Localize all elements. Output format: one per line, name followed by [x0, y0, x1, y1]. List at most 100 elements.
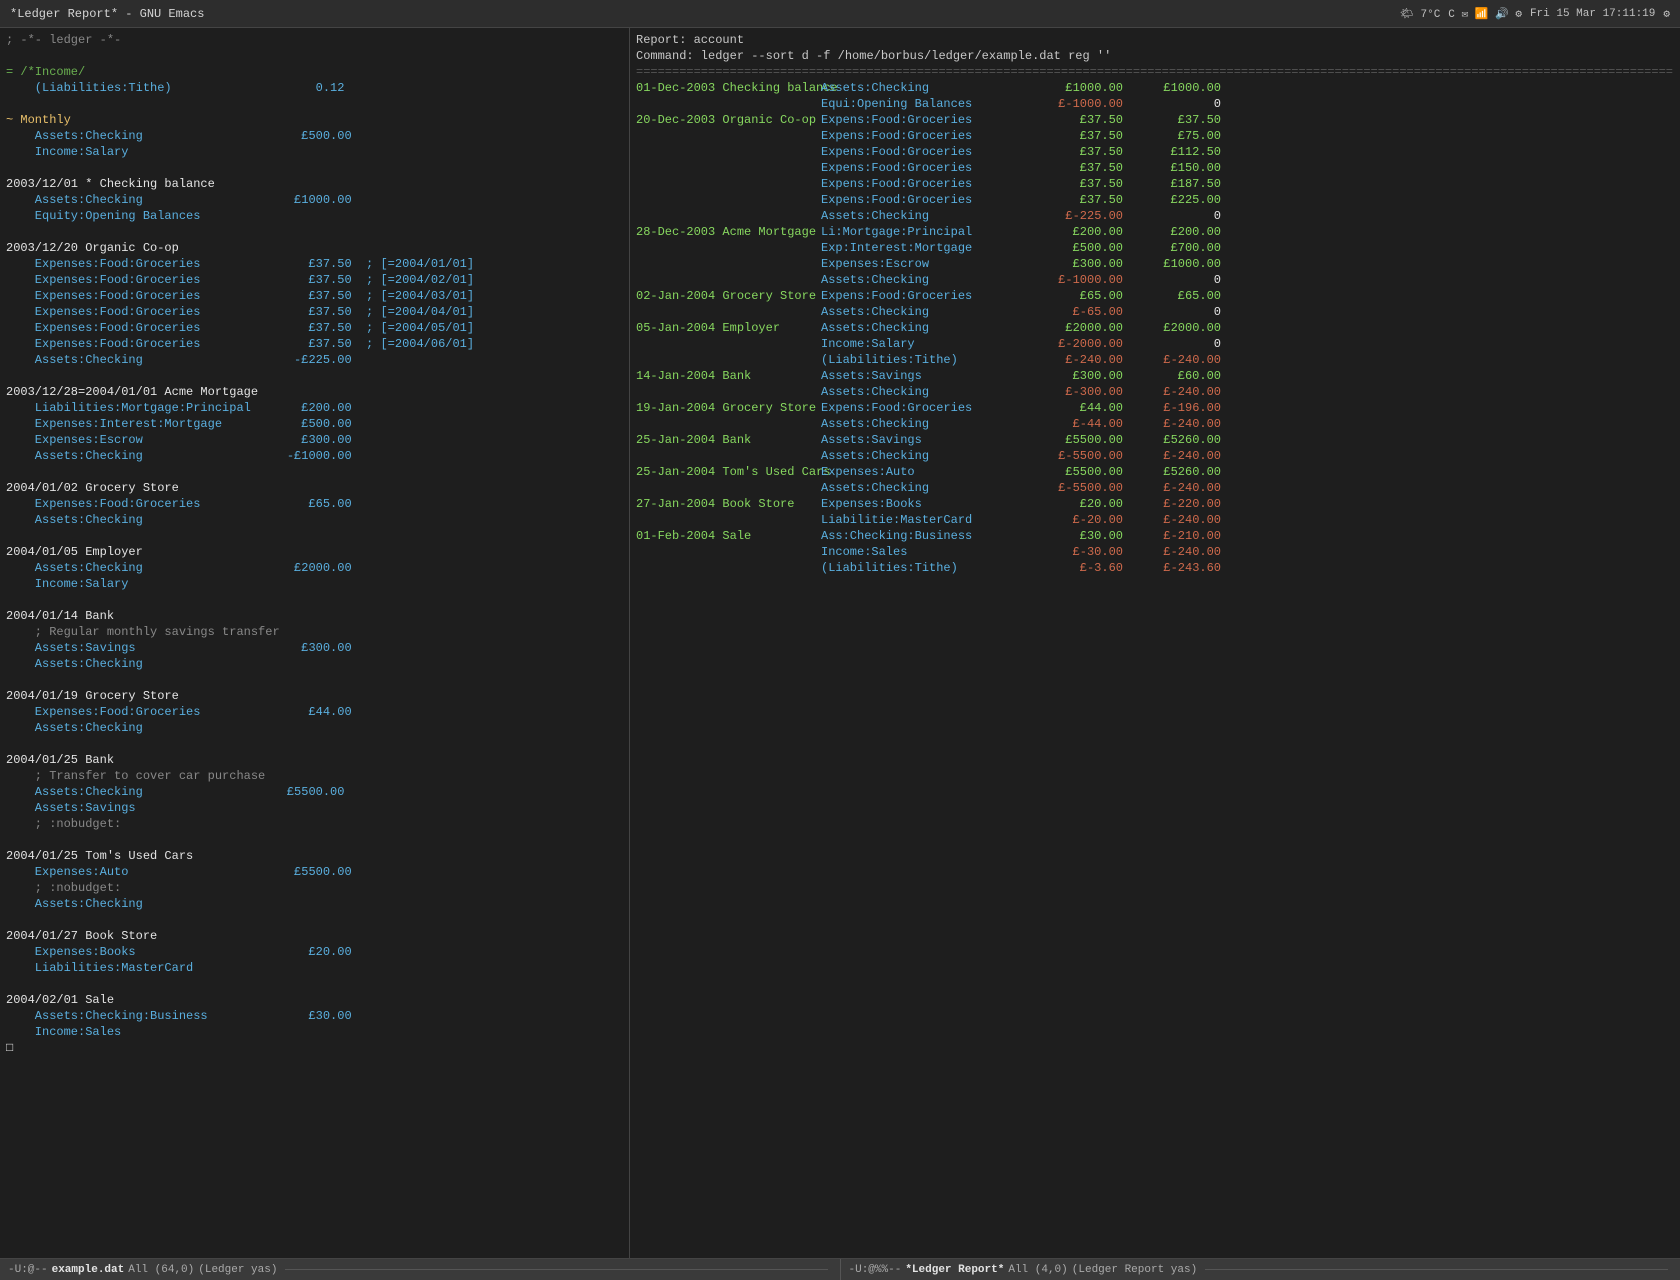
row-amount: £44.00 [1041, 400, 1131, 416]
row-date [636, 544, 821, 560]
row-running: £2000.00 [1131, 320, 1221, 336]
txn-20040125b-tag: ; :nobudget: [6, 880, 623, 896]
row-date [636, 176, 821, 192]
txn-20040102-p1: Expenses:Food:Groceries £65.00 [6, 496, 623, 512]
report-row: Expens:Food:Groceries£37.50£187.50 [636, 176, 1674, 192]
report-row: Equi:Opening Balances£-1000.000 [636, 96, 1674, 112]
row-account: Exp:Interest:Mortgage [821, 240, 1041, 256]
blank-line [6, 736, 623, 752]
tithe-posting: (Liabilities:Tithe) 0.12 [6, 80, 623, 96]
row-date [636, 240, 821, 256]
row-amount: £-20.00 [1041, 512, 1131, 528]
txn-20040201-p2: Income:Sales [6, 1024, 623, 1040]
row-running: £150.00 [1131, 160, 1221, 176]
row-running: 0 [1131, 208, 1221, 224]
report-rows: 01-Dec-2003 Checking balanceAssets:Check… [636, 80, 1674, 576]
blank-line [6, 528, 623, 544]
txn-20040125b: 2004/01/25 Tom's Used Cars [6, 848, 623, 864]
row-account: Assets:Savings [821, 432, 1041, 448]
row-date [636, 208, 821, 224]
blank-line [6, 912, 623, 928]
report-row: (Liabilities:Tithe)£-3.60£-243.60 [636, 560, 1674, 576]
left-pane[interactable]: ; -*- ledger -*- = /*Income/ (Liabilitie… [0, 28, 630, 1258]
row-running: £-210.00 [1131, 528, 1221, 544]
row-account: Expenses:Escrow [821, 256, 1041, 272]
row-amount: £500.00 [1041, 240, 1131, 256]
row-amount: £-300.00 [1041, 384, 1131, 400]
blank-line [6, 832, 623, 848]
row-running: £-243.60 [1131, 560, 1221, 576]
row-running: 0 [1131, 96, 1221, 112]
report-divider: ========================================… [636, 64, 1674, 80]
row-account: Assets:Checking [821, 448, 1041, 464]
txn-20040114-p2: Assets:Checking [6, 656, 623, 672]
report-row: 19-Jan-2004 Grocery StoreExpens:Food:Gro… [636, 400, 1674, 416]
status-left-mode2: (Ledger yas) [198, 1264, 277, 1276]
blank-line [6, 368, 623, 384]
txn-20040105-p2: Income:Salary [6, 576, 623, 592]
txn-20040127-p1: Expenses:Books £20.00 [6, 944, 623, 960]
row-running: £1000.00 [1131, 256, 1221, 272]
row-date [636, 448, 821, 464]
row-running: £-240.00 [1131, 512, 1221, 528]
right-pane[interactable]: Report: account Command: ledger --sort d… [630, 28, 1680, 1258]
row-account: Expens:Food:Groceries [821, 144, 1041, 160]
settings-icon[interactable]: ⚙ [1663, 7, 1670, 21]
row-date: 27-Jan-2004 Book Store [636, 496, 821, 512]
blank-line [6, 160, 623, 176]
periodic-transaction: ~ Monthly [6, 112, 623, 128]
statusbar: -U:@-- example.dat All (64,0) (Ledger ya… [0, 1258, 1680, 1280]
row-account: Expens:Food:Groceries [821, 288, 1041, 304]
titlebar-icons: C ✉ 📶 🔊 ⚙ [1448, 7, 1522, 21]
report-header: Report: account [636, 32, 1674, 48]
txn-20040119-p2: Assets:Checking [6, 720, 623, 736]
row-date [636, 416, 821, 432]
row-amount: £30.00 [1041, 528, 1131, 544]
status-right: -U:@%%-- *Ledger Report* All (4,0) (Ledg… [840, 1259, 1680, 1280]
row-running: £-240.00 [1131, 416, 1221, 432]
txn-20031228-p4: Assets:Checking -£1000.00 [6, 448, 623, 464]
report-row: 01-Feb-2004 SaleAss:Checking:Business£30… [636, 528, 1674, 544]
row-amount: £-3.60 [1041, 560, 1131, 576]
row-running: 0 [1131, 336, 1221, 352]
row-account: Expens:Food:Groceries [821, 176, 1041, 192]
row-running: £187.50 [1131, 176, 1221, 192]
row-account: Assets:Savings [821, 368, 1041, 384]
row-running: £700.00 [1131, 240, 1221, 256]
txn-20040114: 2004/01/14 Bank [6, 608, 623, 624]
row-amount: £-240.00 [1041, 352, 1131, 368]
row-account: Expens:Food:Groceries [821, 128, 1041, 144]
txn-20040125b-p2: Assets:Checking [6, 896, 623, 912]
row-running: £-240.00 [1131, 544, 1221, 560]
row-amount: £5500.00 [1041, 464, 1131, 480]
txn-20031228-p3: Expenses:Escrow £300.00 [6, 432, 623, 448]
blank-line [6, 976, 623, 992]
txn-20040127-p2: Liabilities:MasterCard [6, 960, 623, 976]
txn-20040125a-p1: Assets:Checking £5500.00 [6, 784, 623, 800]
row-running: £60.00 [1131, 368, 1221, 384]
report-row: 14-Jan-2004 BankAssets:Savings£300.00£60… [636, 368, 1674, 384]
row-account: Assets:Checking [821, 80, 1041, 96]
main-container: ; -*- ledger -*- = /*Income/ (Liabilitie… [0, 28, 1680, 1258]
row-date: 20-Dec-2003 Organic Co-op [636, 112, 821, 128]
txn-20031228-p2: Expenses:Interest:Mortgage £500.00 [6, 416, 623, 432]
row-amount: £300.00 [1041, 368, 1131, 384]
row-amount: £20.00 [1041, 496, 1131, 512]
row-account: Ass:Checking:Business [821, 528, 1041, 544]
row-date [636, 160, 821, 176]
row-amount: £1000.00 [1041, 80, 1131, 96]
report-row: Assets:Checking£-5500.00£-240.00 [636, 448, 1674, 464]
txn-20031220-p7: Assets:Checking -£225.00 [6, 352, 623, 368]
row-account: Assets:Checking [821, 304, 1041, 320]
row-date [636, 560, 821, 576]
txn-20040125a-p2: Assets:Savings [6, 800, 623, 816]
row-amount: £-5500.00 [1041, 480, 1131, 496]
txn-20040102: 2004/01/02 Grocery Store [6, 480, 623, 496]
row-amount: £-65.00 [1041, 304, 1131, 320]
ledger-comment-line: ; -*- ledger -*- [6, 32, 623, 48]
blank-line [6, 672, 623, 688]
row-amount: £-44.00 [1041, 416, 1131, 432]
automated-transaction: = /*Income/ [6, 64, 623, 80]
txn-20031220: 2003/12/20 Organic Co-op [6, 240, 623, 256]
row-date [636, 512, 821, 528]
